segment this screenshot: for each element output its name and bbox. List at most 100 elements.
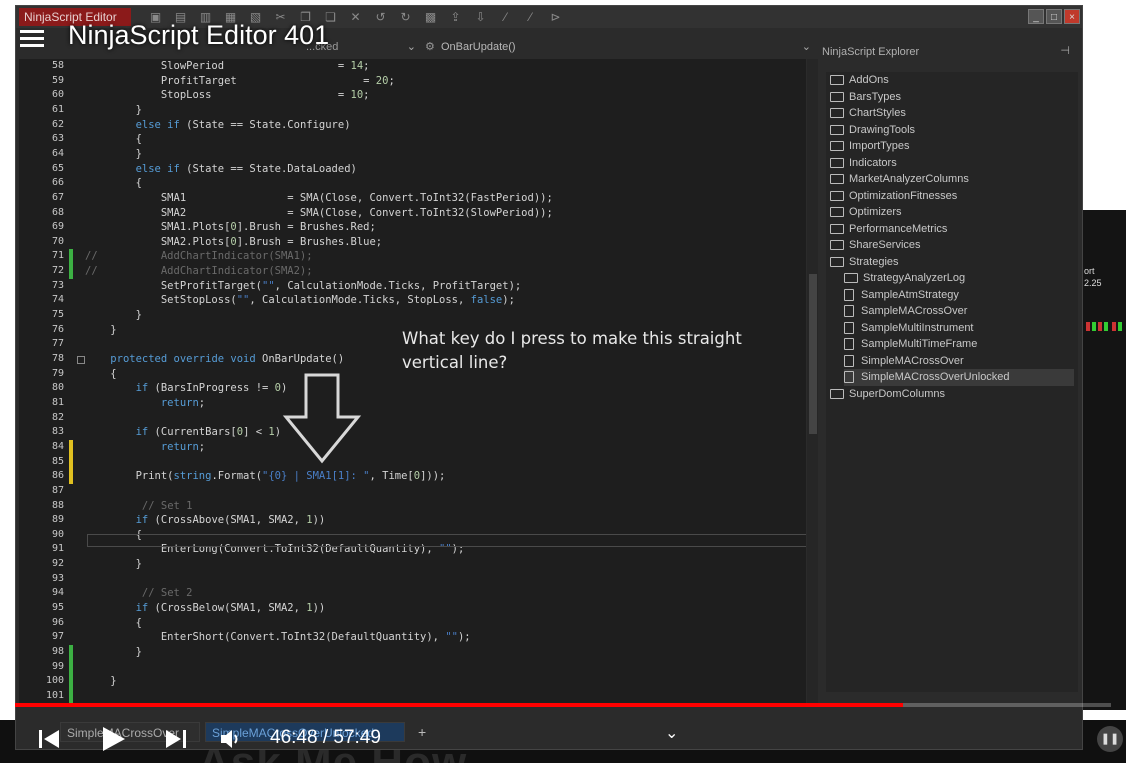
- tree-item-strategyanalyzerlog[interactable]: StrategyAnalyzerLog: [844, 270, 1074, 287]
- folder-icon: [844, 273, 858, 284]
- vs-icon[interactable]: ⊳: [546, 9, 565, 25]
- tree-item-label: SimpleMACrossOver: [861, 354, 964, 367]
- uncomment-icon[interactable]: ⁄: [521, 9, 540, 25]
- code-line[interactable]: 67 SMA1 = SMA(Close, Convert.ToInt32(Fas…: [19, 191, 806, 206]
- code-line[interactable]: 89 if (CrossAbove(SMA1, SMA2, 1)): [19, 513, 806, 528]
- tree-item-shareservices[interactable]: ShareServices: [830, 237, 1074, 254]
- maximize-button[interactable]: □: [1046, 9, 1062, 24]
- volume-icon[interactable]: [220, 728, 242, 750]
- tree-item-label: Strategies: [849, 255, 899, 268]
- redo-icon[interactable]: ↻: [396, 9, 415, 25]
- chevron-down-icon[interactable]: ⌄: [665, 723, 678, 743]
- code-line[interactable]: 71 // AddChartIndicator(SMA1);: [19, 249, 806, 265]
- menu-icon[interactable]: [20, 30, 44, 48]
- code-text: if (CrossBelow(SMA1, SMA2, 1)): [135, 602, 326, 615]
- code-line[interactable]: 85: [19, 454, 806, 470]
- code-line[interactable]: 93: [19, 572, 806, 587]
- code-line[interactable]: 81 return;: [19, 396, 806, 411]
- code-line[interactable]: 98 }: [19, 645, 806, 660]
- line-number: 69: [51, 221, 64, 233]
- scrollbar-thumb[interactable]: [809, 274, 817, 434]
- code-line[interactable]: 68 SMA2 = SMA(Close, Convert.ToInt32(Slo…: [19, 206, 806, 221]
- code-text: protected override void OnBarUpdate(): [110, 353, 345, 365]
- code-line[interactable]: 99: [19, 659, 806, 675]
- line-number: 94: [51, 587, 64, 599]
- tree-item-barstypes[interactable]: BarsTypes: [830, 89, 1074, 106]
- play-icon[interactable]: [102, 726, 126, 752]
- tree-item-optimizationfitnesses[interactable]: OptimizationFitnesses: [830, 188, 1074, 205]
- tree-item-marketanalyzercolumns[interactable]: MarketAnalyzerColumns: [830, 171, 1074, 188]
- code-line[interactable]: 100 }: [19, 674, 806, 689]
- tree-item-samplemacrossover[interactable]: SampleMACrossOver: [844, 303, 1074, 320]
- code-line[interactable]: 82: [19, 411, 806, 426]
- code-line[interactable]: 80 if (BarsInProgress != 0): [19, 381, 806, 396]
- member-combo[interactable]: ⚙ OnBarUpdate() ⌄: [421, 38, 811, 56]
- import-icon[interactable]: ⇩: [471, 9, 490, 25]
- code-line[interactable]: 86 Print(string.Format("{0} | SMA1[1]: "…: [19, 469, 806, 484]
- code-line[interactable]: 92 }: [19, 557, 806, 572]
- code-text: return;: [160, 396, 206, 409]
- comment-icon[interactable]: ⁄: [496, 9, 515, 25]
- code-line[interactable]: 87: [19, 484, 806, 499]
- code-line[interactable]: 65 else if (State == State.DataLoaded): [19, 162, 806, 177]
- code-line[interactable]: 97 EnterShort(Convert.ToInt32(DefaultQua…: [19, 630, 806, 645]
- code-line[interactable]: 69 SMA1.Plots[0].Brush = Brushes.Red;: [19, 220, 806, 235]
- delete-icon[interactable]: ✕: [346, 9, 365, 25]
- code-line[interactable]: 59 ProfitTarget = 20;: [19, 74, 806, 89]
- tree-item-optimizers[interactable]: Optimizers: [830, 204, 1074, 221]
- code-line[interactable]: 60 StopLoss = 10;: [19, 88, 806, 103]
- tree-item-superdomcolumns[interactable]: SuperDomColumns: [830, 386, 1074, 403]
- export-icon[interactable]: ⇪: [446, 9, 465, 25]
- code-line[interactable]: 75 }: [19, 308, 806, 323]
- tree-item-samplemultiinstrument[interactable]: SampleMultiInstrument: [844, 320, 1074, 337]
- line-number: 87: [51, 484, 64, 496]
- line-number: 91: [51, 543, 64, 555]
- code-line[interactable]: 74 SetStopLoss("", CalculationMode.Ticks…: [19, 293, 806, 308]
- progress-fill: [15, 703, 903, 707]
- code-line[interactable]: 62 else if (State == State.Configure): [19, 118, 806, 133]
- tree-item-sampleatmstrategy[interactable]: SampleAtmStrategy: [844, 287, 1074, 304]
- folder-icon: [830, 207, 844, 218]
- video-frame: Ask Me How ort 2.25 NinjaScript Editor ▣…: [0, 0, 1126, 763]
- close-button[interactable]: ×: [1064, 9, 1080, 24]
- line-number: 79: [51, 367, 64, 379]
- code-line[interactable]: 66 {: [19, 176, 806, 191]
- pause-icon[interactable]: ❚❚: [1097, 726, 1123, 752]
- tree-item-addons[interactable]: AddOns: [830, 72, 1074, 89]
- code-line[interactable]: 58 SlowPeriod = 14;: [19, 59, 806, 74]
- code-line[interactable]: 73 SetProfitTarget("", CalculationMode.T…: [19, 279, 806, 294]
- code-line[interactable]: 84 return;: [19, 439, 806, 455]
- tree-item-strategies[interactable]: Strategies: [830, 254, 1074, 271]
- next-icon[interactable]: [165, 729, 187, 749]
- code-line[interactable]: 94 // Set 2: [19, 586, 806, 601]
- progress-bar[interactable]: [15, 703, 1111, 707]
- tree-item-simplemacrossover[interactable]: SimpleMACrossOver: [844, 353, 1074, 370]
- code-line[interactable]: 61 }: [19, 103, 806, 118]
- tree-item-drawingtools[interactable]: DrawingTools: [830, 122, 1074, 139]
- code-line[interactable]: 63 {: [19, 132, 806, 147]
- tree-item-indicators[interactable]: Indicators: [830, 155, 1074, 172]
- code-line[interactable]: 101: [19, 688, 806, 704]
- compile-icon[interactable]: ▩: [421, 9, 440, 25]
- minimize-button[interactable]: _: [1028, 9, 1044, 24]
- collapse-toggle-icon[interactable]: [77, 356, 85, 364]
- tree-item-performancemetrics[interactable]: PerformanceMetrics: [830, 221, 1074, 238]
- tree-item-importtypes[interactable]: ImportTypes: [830, 138, 1074, 155]
- tree-item-simplemacrossoverunlocked[interactable]: SimpleMACrossOverUnlocked: [844, 369, 1074, 386]
- previous-icon[interactable]: [38, 729, 60, 749]
- code-line[interactable]: 88 // Set 1: [19, 499, 806, 514]
- code-line[interactable]: 95 if (CrossBelow(SMA1, SMA2, 1)): [19, 601, 806, 616]
- code-line[interactable]: 72 // AddChartIndicator(SMA2);: [19, 264, 806, 279]
- tree-item-chartstyles[interactable]: ChartStyles: [830, 105, 1074, 122]
- code-editor[interactable]: 58 SlowPeriod = 14; 59 ProfitTarget = 20;…: [19, 59, 806, 704]
- pin-icon[interactable]: ⊣: [1060, 44, 1070, 57]
- tree-item-label: ShareServices: [849, 239, 921, 251]
- code-line[interactable]: 64 }: [19, 147, 806, 162]
- code-line[interactable]: 83 if (CurrentBars[0] < 1): [19, 425, 806, 440]
- code-text: {: [85, 133, 142, 146]
- tree-item-samplemultitimeframe[interactable]: SampleMultiTimeFrame: [844, 336, 1074, 353]
- code-line[interactable]: 70 SMA2.Plots[0].Brush = Brushes.Blue;: [19, 235, 806, 250]
- code-text: }: [85, 675, 117, 688]
- undo-icon[interactable]: ↺: [371, 9, 390, 25]
- code-line[interactable]: 96 {: [19, 616, 806, 631]
